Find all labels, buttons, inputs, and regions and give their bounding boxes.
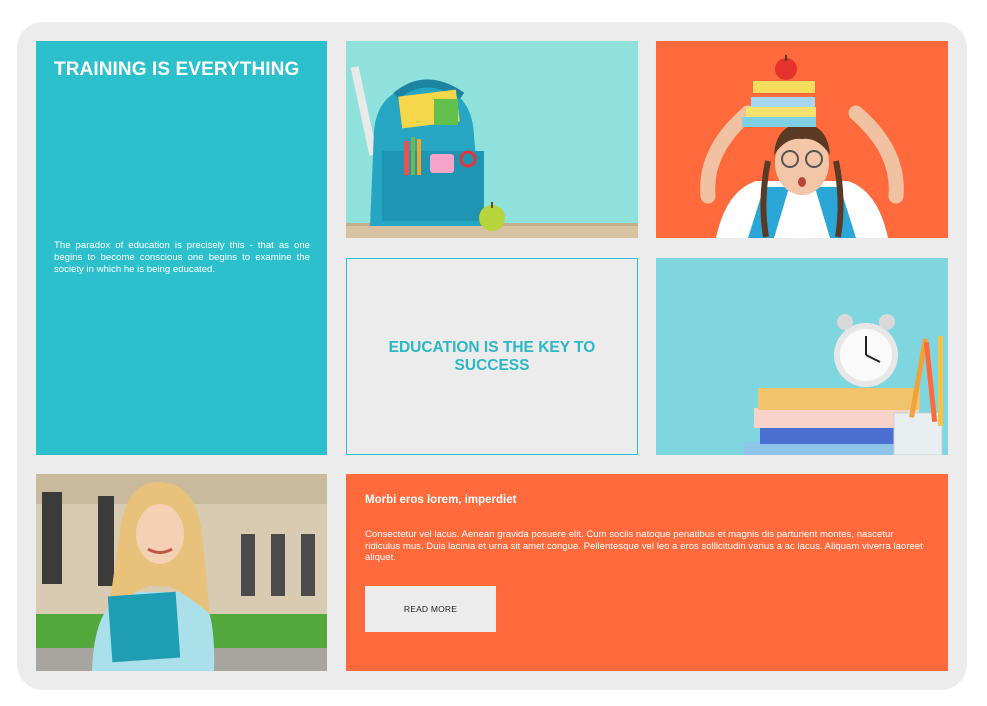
training-tile: TRAINING IS EVERYTHING The paradox of ed… — [36, 41, 327, 455]
read-more-button[interactable]: READ MORE — [365, 586, 496, 632]
training-title: TRAINING IS EVERYTHING — [54, 59, 300, 80]
girl-with-books-photo — [656, 41, 948, 238]
student-photo — [36, 474, 327, 671]
promo-panel: Morbi eros lorem, imperdiet Consectetur … — [346, 474, 948, 671]
clock-books-photo — [656, 258, 948, 455]
training-text: The paradox of education is precisely th… — [54, 240, 310, 275]
education-title: EDUCATION IS THE KEY TO SUCCESS — [388, 338, 596, 374]
education-tile: EDUCATION IS THE KEY TO SUCCESS — [346, 258, 638, 455]
backpack-photo — [346, 41, 638, 238]
promo-heading: Morbi eros lorem, imperdiet — [365, 494, 517, 506]
promo-text: Consectetur vel lacus. Aenean gravida po… — [365, 529, 923, 563]
